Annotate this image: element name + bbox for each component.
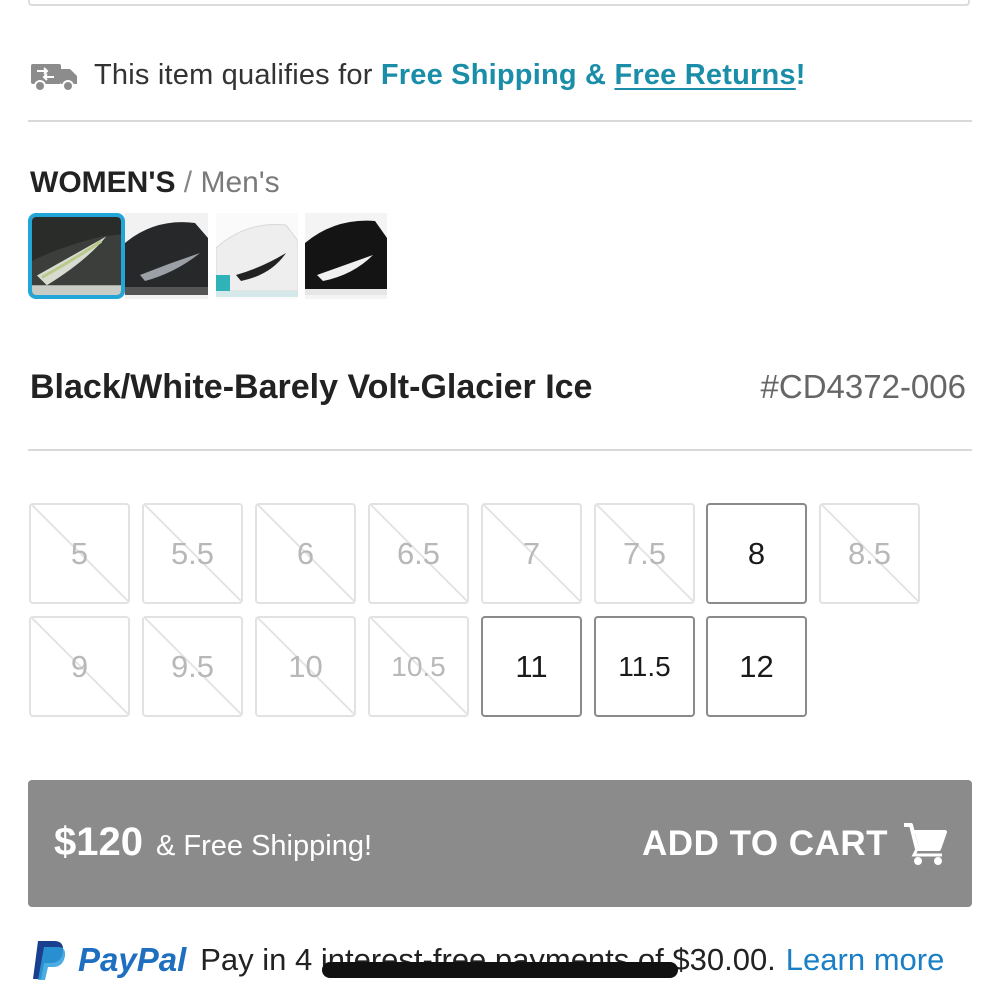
learn-more-link[interactable]: Learn more — [786, 942, 945, 978]
size-button-10-5[interactable]: 10.5 — [368, 616, 469, 717]
color-swatch-black-white-volt[interactable] — [28, 213, 125, 299]
gender-option-mens[interactable]: Men's — [200, 166, 279, 199]
cart-icon — [902, 820, 948, 866]
gender-separator: / — [175, 166, 201, 199]
divider — [28, 449, 972, 451]
size-label: 7.5 — [622, 535, 667, 571]
free-returns-link[interactable]: Free Returns — [614, 59, 795, 91]
divider — [28, 120, 972, 122]
color-swatch-black-white[interactable] — [305, 213, 387, 299]
home-indicator[interactable] — [322, 962, 678, 978]
free-shipping-text: Free Shipping & — [380, 58, 615, 91]
size-button-10[interactable]: 10 — [255, 616, 356, 717]
shipping-prefix: This item qualifies for — [94, 58, 381, 91]
size-button-6-5[interactable]: 6.5 — [368, 503, 469, 604]
size-label: 8 — [747, 535, 766, 571]
size-button-9[interactable]: 9 — [29, 616, 130, 717]
shipping-suffix: ! — [795, 58, 806, 91]
size-button-8-5[interactable]: 8.5 — [819, 503, 920, 604]
size-label: 12 — [739, 648, 774, 684]
product-color-name: Black/White-Barely Volt-Glacier Ice — [30, 368, 593, 406]
size-label: 6 — [296, 535, 315, 571]
paypal-brand: PayPal — [78, 941, 187, 978]
size-button-11[interactable]: 11 — [481, 616, 582, 717]
color-swatch-black-grey[interactable] — [125, 213, 208, 299]
price-shipping-note: & Free Shipping! — [156, 830, 373, 862]
add-to-cart-label: ADD TO CART — [642, 824, 888, 863]
size-label: 10.5 — [391, 650, 446, 682]
size-label: 7 — [522, 535, 541, 571]
size-label: 11 — [515, 648, 548, 684]
size-button-8[interactable]: 8 — [706, 503, 807, 604]
shipping-notice: This item qualifies for Free Shipping & … — [30, 54, 806, 96]
size-label: 11.5 — [618, 650, 671, 682]
size-button-6[interactable]: 6 — [255, 503, 356, 604]
add-to-cart-button[interactable]: $120 & Free Shipping! ADD TO CART — [28, 780, 972, 907]
gender-option-womens[interactable]: WOMEN'S — [30, 166, 175, 199]
size-button-5-5[interactable]: 5.5 — [142, 503, 243, 604]
previous-section-frame — [28, 0, 970, 6]
size-label: 9.5 — [170, 648, 215, 684]
size-button-9-5[interactable]: 9.5 — [142, 616, 243, 717]
size-label: 5.5 — [170, 535, 215, 571]
product-style-code: #CD4372-006 — [760, 368, 966, 405]
size-label: 10 — [288, 648, 323, 684]
size-label: 8.5 — [847, 535, 892, 571]
size-button-11-5[interactable]: 11.5 — [594, 616, 695, 717]
size-label: 6.5 — [396, 535, 441, 571]
shipping-text: This item qualifies for Free Shipping & … — [94, 59, 806, 92]
price: $120 — [54, 820, 143, 864]
size-button-7-5[interactable]: 7.5 — [594, 503, 695, 604]
color-swatch-white-teal[interactable] — [216, 213, 298, 299]
size-button-7[interactable]: 7 — [481, 503, 582, 604]
paypal-logo-icon — [30, 939, 68, 981]
size-label: 9 — [70, 648, 89, 684]
size-label: 5 — [70, 535, 89, 571]
truck-arrows-icon — [30, 58, 80, 92]
gender-selector: WOMEN'S / Men's — [30, 166, 280, 200]
size-button-12[interactable]: 12 — [706, 616, 807, 717]
size-button-5[interactable]: 5 — [29, 503, 130, 604]
